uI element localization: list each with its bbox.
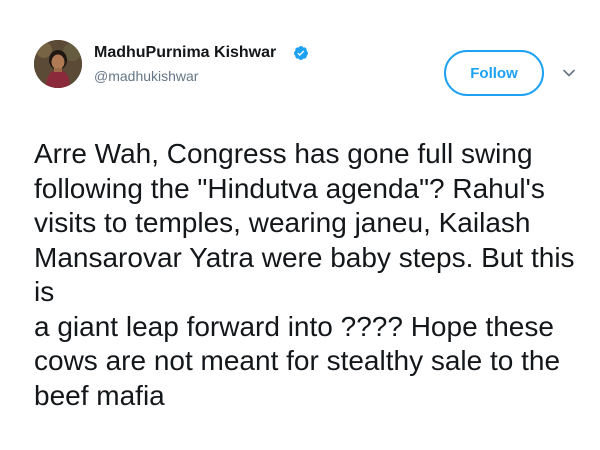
tweet-text: Arre Wah, Congress has gone full swing f… <box>34 138 575 411</box>
avatar-image <box>34 40 82 88</box>
author-display-name[interactable]: MadhuPurnima Kishwar <box>94 44 276 62</box>
avatar[interactable] <box>34 40 82 88</box>
verified-badge-icon <box>293 46 308 60</box>
tweet-card: MadhuPurnima Kishwar @madhukishwar Follo… <box>0 0 600 450</box>
author-handle[interactable]: @madhukishwar <box>94 68 198 84</box>
follow-button[interactable]: Follow <box>444 50 544 96</box>
chevron-down-icon[interactable] <box>562 66 576 80</box>
